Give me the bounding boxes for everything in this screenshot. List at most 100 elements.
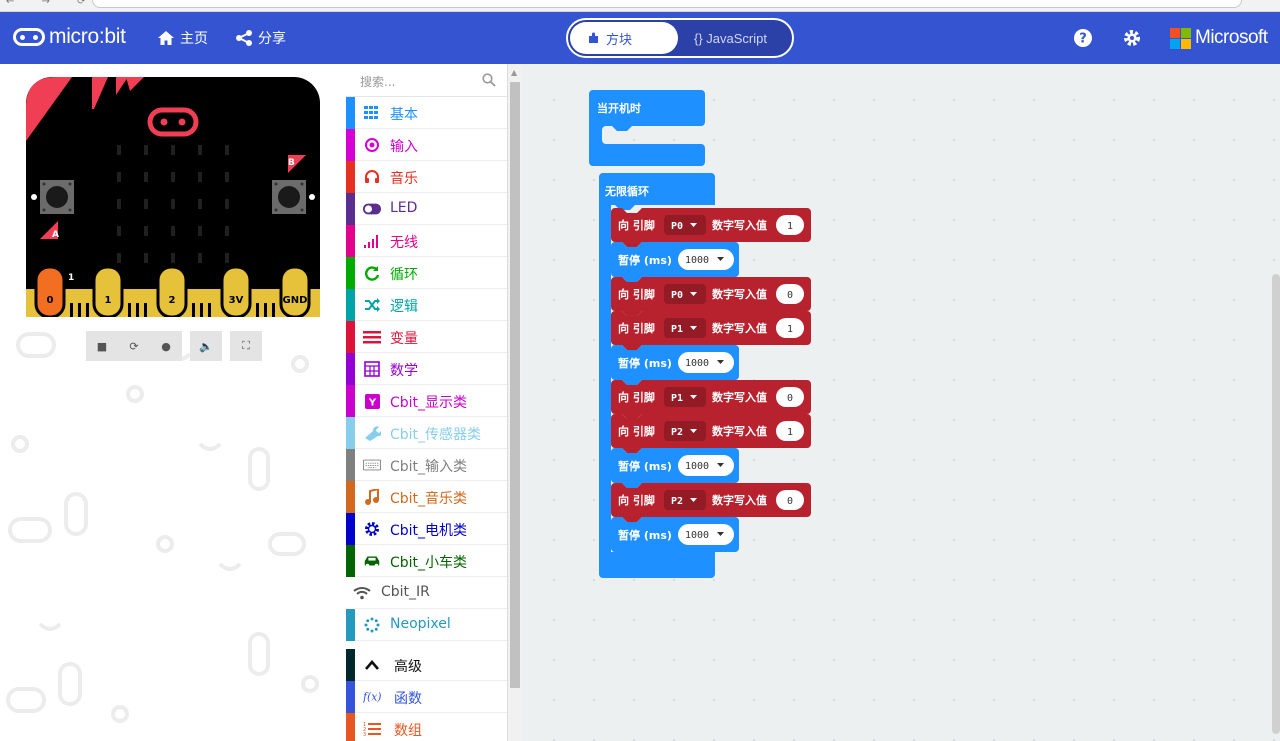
- browser-nav-icons[interactable]: ← → ⟳: [6, 0, 98, 7]
- home-label: 主页: [180, 31, 208, 47]
- mute-button[interactable]: 🔈: [190, 331, 222, 361]
- category-函数[interactable]: f(x) 函数: [346, 681, 507, 713]
- digital-write-block[interactable]: 向 引脚 P1 数字写入值 1: [531, 311, 811, 350]
- home-icon: [158, 31, 174, 45]
- category-color-bar: [346, 449, 355, 481]
- microsoft-squares-icon: [1170, 27, 1191, 49]
- category-数学[interactable]: 数学: [346, 353, 507, 385]
- list-icon: [363, 329, 381, 345]
- pin-gnd-label: GND: [283, 295, 308, 306]
- category-label: Cbit_电机类: [390, 523, 468, 539]
- value-text: 1: [787, 427, 793, 438]
- microbit-board[interactable]: A B 0 1 2 3V GND 1: [26, 77, 320, 317]
- svg-text:f(x): f(x): [363, 691, 381, 704]
- category-无线[interactable]: 无线: [346, 225, 507, 257]
- pin-1-label: 1: [105, 295, 112, 306]
- help-icon[interactable]: ?: [1074, 29, 1092, 47]
- digital-write-block[interactable]: 向 引脚 P1 数字写入值 0: [531, 380, 811, 419]
- category-变量[interactable]: 变量: [346, 321, 507, 353]
- workspace-scrollbar[interactable]: [1272, 274, 1280, 734]
- toolbox-scroll-thumb[interactable]: [510, 82, 520, 688]
- dots-circle-icon: [363, 617, 381, 633]
- category-label: 数学: [390, 363, 418, 379]
- pause-duration-value: 1000: [685, 358, 709, 369]
- javascript-mode-button[interactable]: {} JavaScript: [694, 22, 767, 54]
- pause-block[interactable]: 暂停 (ms) 1000: [611, 345, 739, 385]
- snail-icon: ●: [161, 339, 171, 353]
- value-text: 1: [787, 324, 793, 335]
- toolbox-search[interactable]: 搜索...: [346, 64, 507, 97]
- slowmo-button[interactable]: ●: [150, 331, 182, 361]
- category-cbit-显示类[interactable]: Y Cbit_显示类: [346, 385, 507, 417]
- search-icon[interactable]: [482, 73, 496, 87]
- on-start-block[interactable]: 当开机时: [589, 90, 705, 166]
- category-led[interactable]: LED: [346, 193, 507, 225]
- blocks-workspace[interactable]: 当开机时 无限循环 向 引脚 P0 数字写入值 1 暂停 (ms) 1000 向 引脚 P0 数…: [522, 64, 1280, 741]
- scroll-up-arrow-icon[interactable]: ▲: [511, 68, 517, 77]
- array-icon: 123: [363, 721, 381, 737]
- stop-button[interactable]: ■: [86, 331, 118, 361]
- category-label: Cbit_输入类: [390, 459, 468, 475]
- digital-write-block[interactable]: 向 引脚 P2 数字写入值 0: [531, 483, 811, 522]
- write-prefix-label: 向 引脚: [618, 218, 655, 232]
- pause-block[interactable]: 暂停 (ms) 1000: [611, 242, 739, 282]
- microbit-logo[interactable]: micro:bit: [13, 25, 126, 49]
- loop-body: 向 引脚 P0 数字写入值 1 暂停 (ms) 1000 向 引脚 P0 数字写入值 0 向 引脚 P…: [531, 208, 811, 557]
- category-cbit-输入类[interactable]: Cbit_输入类: [346, 449, 507, 481]
- toolbox-scrollbar[interactable]: ▲: [508, 64, 522, 741]
- category-数组[interactable]: 1 2 3 数组: [346, 713, 507, 741]
- digital-write-block[interactable]: 向 引脚 P0 数字写入值 1: [531, 208, 811, 247]
- simulator-panel: A B 0 1 2 3V GND 1 ■ ⟳ ● 🔈 ⛶: [0, 64, 346, 741]
- signal-icon: [363, 233, 381, 249]
- category-label: 逻辑: [390, 299, 418, 315]
- pause-label: 暂停 (ms): [618, 459, 672, 473]
- settings-gear-icon[interactable]: [1123, 29, 1141, 47]
- pin-dropdown-value: P1: [671, 393, 683, 404]
- gear-outline-icon: [363, 521, 381, 537]
- category-color-bar: [346, 289, 355, 321]
- pause-block[interactable]: 暂停 (ms) 1000: [611, 517, 739, 557]
- category-音乐[interactable]: 音乐: [346, 161, 507, 193]
- category-neopixel[interactable]: Neopixel: [346, 609, 507, 641]
- volume-icon: 🔈: [199, 339, 213, 353]
- blocks-mode-button[interactable]: 方块: [570, 22, 678, 54]
- on-start-label: 当开机时: [597, 101, 641, 115]
- digital-write-block[interactable]: 向 引脚 P0 数字写入值 0: [531, 277, 811, 316]
- category-cbit-电机类[interactable]: Cbit_电机类: [346, 513, 507, 545]
- microsoft-logo[interactable]: Microsoft: [1170, 27, 1268, 49]
- pin-value-label: 1: [68, 273, 74, 283]
- share-icon: [236, 30, 252, 46]
- category-cbit-音乐类[interactable]: Cbit_音乐类: [346, 481, 507, 513]
- category-cbit-小车类[interactable]: Cbit_小车类: [346, 545, 507, 577]
- puzzle-icon: [589, 32, 598, 43]
- fullscreen-button[interactable]: ⛶: [230, 331, 262, 361]
- pause-block[interactable]: 暂停 (ms) 1000: [611, 448, 739, 488]
- category-cbit-传感器类[interactable]: Cbit_传感器类: [346, 417, 507, 449]
- category-循环[interactable]: 循环: [346, 257, 507, 289]
- category-label: Neopixel: [390, 616, 451, 632]
- category-基本[interactable]: 基本: [346, 97, 507, 129]
- search-placeholder: 搜索...: [360, 75, 396, 89]
- category-输入[interactable]: 输入: [346, 129, 507, 161]
- share-button[interactable]: 分享: [235, 28, 286, 48]
- category-color-bar: [346, 193, 355, 225]
- digital-write-block[interactable]: 向 引脚 P2 数字写入值 1: [531, 414, 811, 453]
- fullscreen-icon: ⛶: [242, 339, 250, 352]
- pin-dropdown-value: P0: [671, 221, 683, 232]
- category-高级[interactable]: 高级: [346, 649, 507, 681]
- car-icon: [363, 553, 381, 569]
- pin-dropdown-value: P0: [671, 290, 683, 301]
- write-suffix-label: 数字写入值: [712, 287, 767, 301]
- shuffle-icon: [363, 297, 381, 313]
- category-color-bar: [346, 353, 355, 385]
- home-button[interactable]: 主页: [157, 28, 208, 48]
- write-prefix-label: 向 引脚: [618, 321, 655, 335]
- category-cbit-ir[interactable]: Cbit_IR: [346, 577, 507, 609]
- category-逻辑[interactable]: 逻辑: [346, 289, 507, 321]
- app-header: micro:bit 主页 分享 方块 {} JavaScript ? Micro…: [0, 12, 1280, 64]
- address-bar[interactable]: [92, 0, 1242, 8]
- category-label: LED: [390, 200, 418, 216]
- write-prefix-label: 向 引脚: [618, 287, 655, 301]
- category-label: Cbit_小车类: [390, 555, 468, 571]
- restart-button[interactable]: ⟳: [118, 331, 150, 361]
